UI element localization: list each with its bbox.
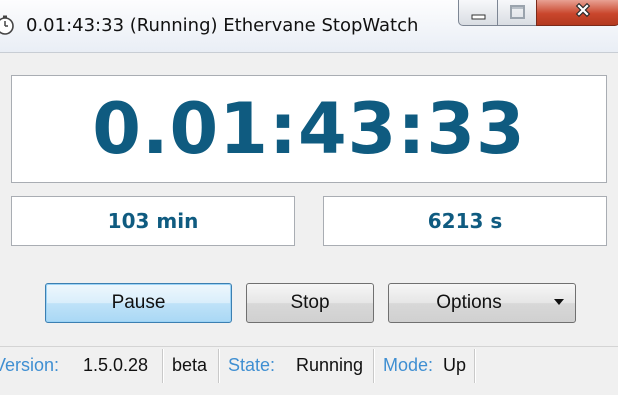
options-button-label: Options xyxy=(436,292,502,313)
status-separator xyxy=(474,349,476,383)
options-button[interactable]: Options xyxy=(388,283,576,323)
status-separator xyxy=(162,349,164,383)
window-title: 0.01:43:33 (Running) Ethervane StopWatch xyxy=(26,15,419,36)
mode-label: Mode: xyxy=(383,355,434,375)
pause-button[interactable]: Pause xyxy=(45,283,232,323)
mode-value: Up xyxy=(443,355,467,375)
version-value: 1.5.0.28 xyxy=(83,355,149,375)
minutes-display: 103 min xyxy=(11,196,295,246)
status-bar: Version: 1.5.0.28 beta State: Running Mo… xyxy=(0,346,618,395)
minimize-icon xyxy=(471,14,486,20)
stop-button-label: Stop xyxy=(290,292,330,313)
state-label: State: xyxy=(228,355,276,375)
close-icon xyxy=(575,2,591,18)
state-value: Running xyxy=(296,355,364,375)
elapsed-time: 0.01:43:33 xyxy=(92,88,526,170)
close-button[interactable] xyxy=(536,0,618,26)
release-channel: beta xyxy=(172,355,208,375)
maximize-icon xyxy=(510,5,525,19)
title-bar[interactable]: 0.01:43:33 (Running) Ethervane StopWatch xyxy=(0,0,618,53)
status-separator xyxy=(373,349,375,383)
seconds-display: 6213 s xyxy=(323,196,607,246)
stopwatch-icon[interactable] xyxy=(0,14,16,36)
version-label: Version: xyxy=(0,355,60,375)
status-separator xyxy=(218,349,220,383)
dropdown-arrow-icon xyxy=(554,299,564,305)
elapsed-minutes: 103 min xyxy=(107,209,199,233)
stop-button[interactable]: Stop xyxy=(246,283,374,323)
pause-button-label: Pause xyxy=(111,292,166,313)
main-time-display: 0.01:43:33 xyxy=(11,75,607,183)
maximize-button[interactable] xyxy=(497,0,537,26)
minimize-button[interactable] xyxy=(458,0,498,26)
elapsed-seconds: 6213 s xyxy=(427,209,503,233)
